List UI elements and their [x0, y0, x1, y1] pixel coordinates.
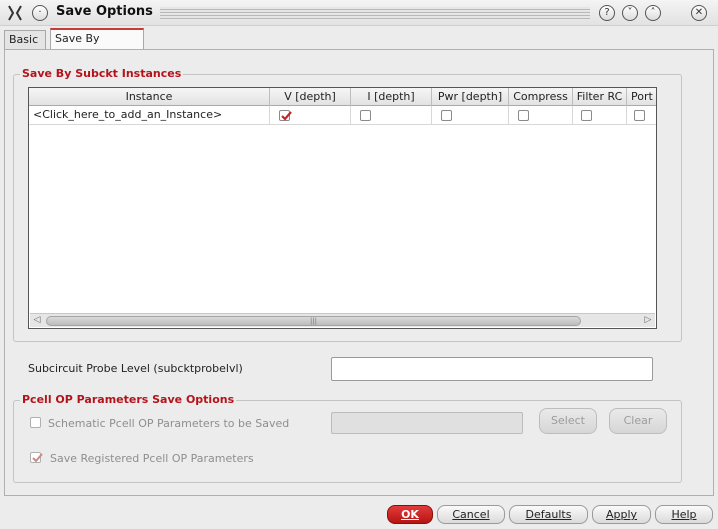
maximize-icon[interactable]: ˄ [645, 5, 661, 21]
column-header-compress[interactable]: Compress [509, 88, 573, 106]
i-depth-cell[interactable] [351, 106, 432, 125]
tab-basic[interactable]: Basic [4, 30, 46, 50]
port-cell[interactable] [627, 106, 656, 125]
schematic-pcell-checkbox[interactable] [30, 417, 41, 428]
pcell-group-title: Pcell OP Parameters Save Options [20, 393, 237, 406]
i-depth-checkbox[interactable] [360, 110, 371, 121]
checkmark-icon [32, 453, 43, 463]
column-header-pwr-depth[interactable]: Pwr [depth] [432, 88, 509, 106]
title-bar: · Save Options ? ˅ ˄ ✕ [0, 0, 718, 26]
checkmark-icon [281, 111, 292, 121]
help-button[interactable]: Help [655, 505, 713, 524]
column-header-instance[interactable]: Instance [29, 88, 270, 106]
v-depth-checkbox[interactable] [279, 110, 292, 121]
column-header-filter-rc[interactable]: Filter RC [573, 88, 627, 106]
apply-label: Apply [605, 508, 638, 521]
ok-button[interactable]: OK [387, 505, 433, 524]
schematic-pcell-input[interactable] [331, 412, 523, 434]
defaults-label: Defaults [525, 508, 572, 521]
tab-save-by-subckt[interactable]: Save By Subckt [50, 28, 144, 63]
minimize-icon[interactable]: ˅ [622, 5, 638, 21]
window-menu-button[interactable]: · [32, 5, 48, 21]
defaults-button[interactable]: Defaults [509, 505, 588, 524]
instances-table: Instance V [depth] I [depth] Pwr [depth]… [28, 87, 657, 329]
close-icon[interactable]: ✕ [691, 5, 707, 21]
scroll-left-icon[interactable]: ◁ [30, 314, 44, 327]
schematic-pcell-label: Schematic Pcell OP Parameters to be Save… [48, 417, 290, 430]
compress-checkbox[interactable] [518, 110, 529, 121]
filter-rc-checkbox[interactable] [581, 110, 592, 121]
pwr-depth-cell[interactable] [432, 106, 509, 125]
column-header-port[interactable]: Port [627, 88, 656, 106]
filter-rc-cell[interactable] [573, 106, 627, 125]
probe-level-input[interactable] [331, 357, 653, 381]
window-title: Save Options [56, 4, 153, 19]
select-button[interactable]: Select [539, 408, 597, 434]
column-header-i-depth[interactable]: I [depth] [351, 88, 432, 106]
instance-cell[interactable]: <Click_here_to_add_an_Instance> [29, 106, 270, 125]
help-icon[interactable]: ? [599, 5, 615, 21]
cancel-button[interactable]: Cancel [437, 505, 505, 524]
table-header: Instance V [depth] I [depth] Pwr [depth]… [29, 88, 656, 106]
scroll-thumb[interactable]: ||| [46, 316, 581, 326]
app-tools-icon[interactable] [6, 4, 24, 22]
title-bar-grip [160, 7, 590, 19]
ok-label: OK [401, 508, 419, 521]
scroll-right-icon[interactable]: ▷ [641, 314, 655, 327]
pwr-depth-checkbox[interactable] [441, 110, 452, 121]
help-label: Help [671, 508, 697, 521]
horizontal-scrollbar[interactable]: ◁ ||| ▷ [30, 313, 655, 327]
column-header-v-depth[interactable]: V [depth] [270, 88, 351, 106]
compress-cell[interactable] [509, 106, 573, 125]
port-checkbox[interactable] [634, 110, 645, 121]
cancel-label: Cancel [452, 508, 490, 521]
probe-level-label: Subcircuit Probe Level (subcktprobelvl) [28, 362, 243, 375]
table-row[interactable]: <Click_here_to_add_an_Instance> [29, 106, 656, 125]
v-depth-cell[interactable] [270, 106, 351, 125]
instances-group-title: Save By Subckt Instances [20, 67, 184, 80]
save-registered-pcell-checkbox[interactable] [30, 452, 43, 463]
apply-button[interactable]: Apply [592, 505, 651, 524]
clear-button[interactable]: Clear [609, 408, 667, 434]
save-registered-pcell-label: Save Registered Pcell OP Parameters [50, 452, 254, 465]
